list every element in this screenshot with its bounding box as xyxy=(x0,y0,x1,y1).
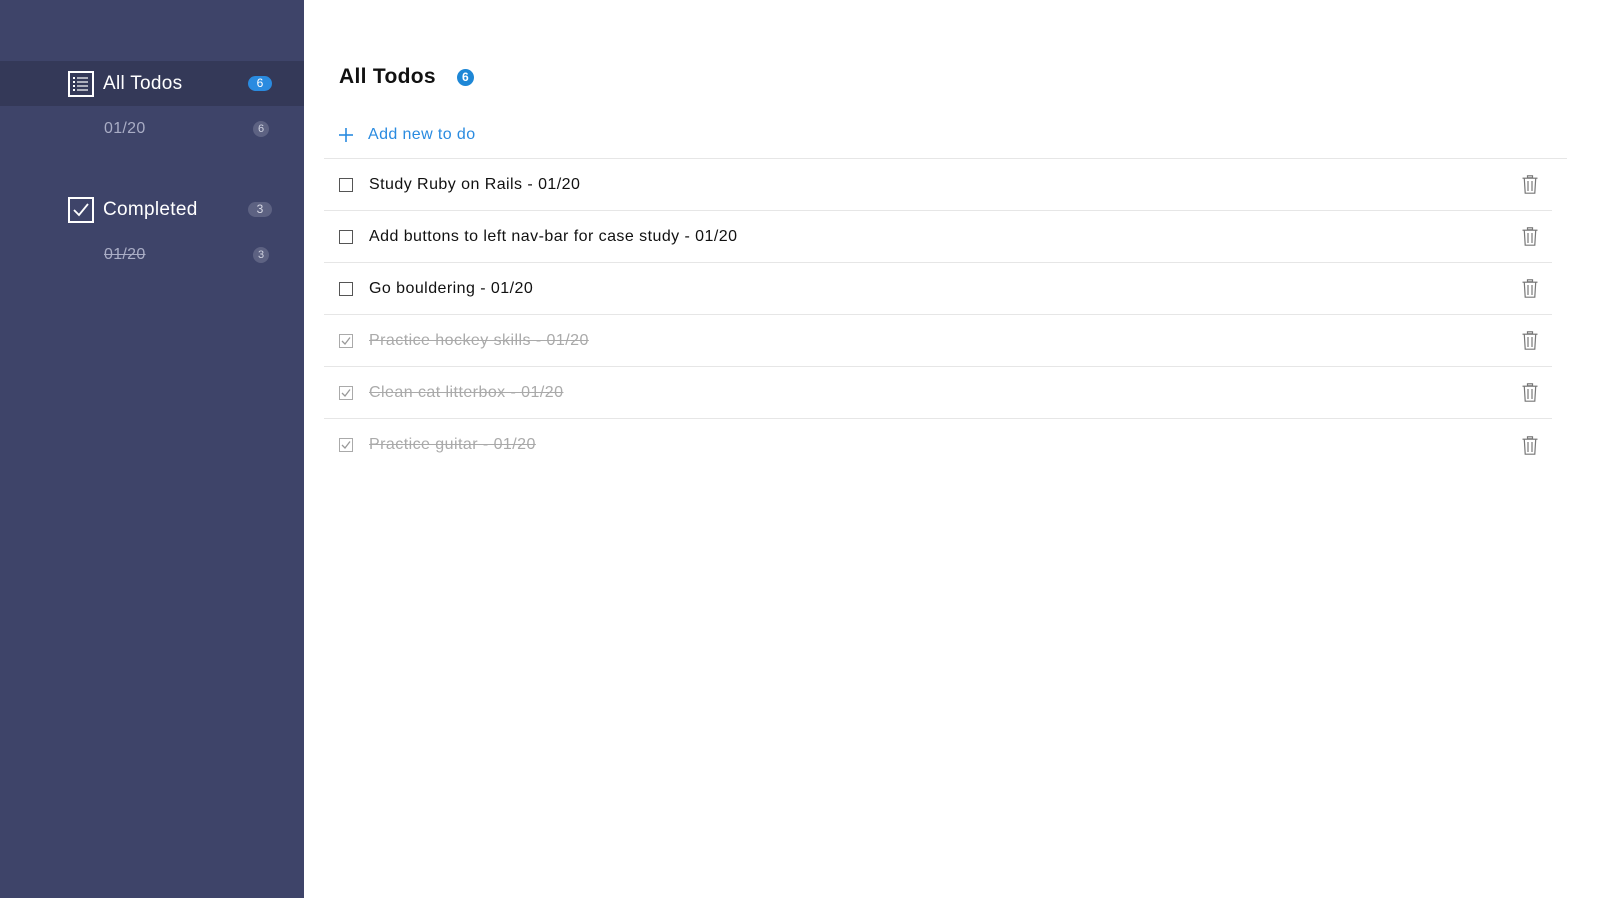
sidebar-subitem-all-0120[interactable]: 01/20 6 xyxy=(0,106,304,151)
nav-group-completed: Completed 3 01/20 3 xyxy=(0,187,304,277)
trash-icon[interactable] xyxy=(1520,382,1540,404)
page-header: All Todos 6 xyxy=(324,62,1608,92)
sidebar-item-all-todos[interactable]: All Todos 6 xyxy=(0,61,304,106)
trash-icon[interactable] xyxy=(1520,174,1540,196)
checkbox[interactable] xyxy=(339,281,353,296)
count-badge: 6 xyxy=(248,76,272,91)
todo-text[interactable]: Study Ruby on Rails - 01/20 xyxy=(369,176,1520,194)
todo-row[interactable]: Clean cat litterbox - 01/20 xyxy=(324,367,1552,419)
sidebar-subitem-label: 01/20 xyxy=(104,119,146,137)
trash-icon[interactable] xyxy=(1520,226,1540,248)
trash-icon[interactable] xyxy=(1520,330,1540,352)
sidebar-item-completed[interactable]: Completed 3 xyxy=(0,187,304,232)
checked-checkbox[interactable] xyxy=(339,333,353,348)
sidebar-item-label: All Todos xyxy=(103,72,183,94)
count-badge: 6 xyxy=(253,120,269,137)
list-icon xyxy=(68,70,94,97)
plus-icon xyxy=(339,125,355,145)
todo-row[interactable]: Study Ruby on Rails - 01/20 xyxy=(324,159,1552,211)
checkbox[interactable] xyxy=(339,177,353,192)
page-title: All Todos xyxy=(339,65,436,88)
checked-checkbox[interactable] xyxy=(339,438,353,452)
todo-text[interactable]: Add buttons to left nav-bar for case stu… xyxy=(369,228,1520,246)
todo-row[interactable]: Practice hockey skills - 01/20 xyxy=(324,315,1552,367)
count-badge: 6 xyxy=(456,68,474,86)
trash-icon[interactable] xyxy=(1520,434,1540,456)
app: All Todos 6 01/20 6 Completed 3 01/20 3 … xyxy=(0,0,1608,898)
main-content: All Todos 6 Add new to do Study Ruby on … xyxy=(304,0,1608,898)
checkbox[interactable] xyxy=(339,229,353,244)
count-badge: 3 xyxy=(253,246,269,263)
checkbox-icon xyxy=(68,196,94,223)
sidebar: All Todos 6 01/20 6 Completed 3 01/20 3 xyxy=(0,0,304,898)
trash-icon[interactable] xyxy=(1520,278,1540,300)
checked-checkbox[interactable] xyxy=(339,385,353,400)
todo-list: Study Ruby on Rails - 01/20 Add buttons t… xyxy=(324,159,1552,471)
todo-text[interactable]: Go bouldering - 01/20 xyxy=(369,280,1520,298)
todo-row[interactable]: Add buttons to left nav-bar for case stu… xyxy=(324,211,1552,263)
todo-text[interactable]: Clean cat litterbox - 01/20 xyxy=(369,384,1520,402)
todo-text[interactable]: Practice guitar - 01/20 xyxy=(369,436,1520,454)
todo-text[interactable]: Practice hockey skills - 01/20 xyxy=(369,332,1520,350)
nav-group-all: All Todos 6 01/20 6 xyxy=(0,61,304,151)
count-badge: 3 xyxy=(248,202,272,217)
sidebar-item-label: Completed xyxy=(103,198,198,220)
sidebar-subitem-label: 01/20 xyxy=(104,245,146,263)
todo-row[interactable]: Go bouldering - 01/20 xyxy=(324,263,1552,315)
add-todo-button[interactable]: Add new to do xyxy=(324,120,1567,159)
sidebar-subitem-completed-0120[interactable]: 01/20 3 xyxy=(0,232,304,277)
todo-row[interactable]: Practice guitar - 01/20 xyxy=(324,419,1552,471)
add-todo-label: Add new to do xyxy=(368,126,476,143)
